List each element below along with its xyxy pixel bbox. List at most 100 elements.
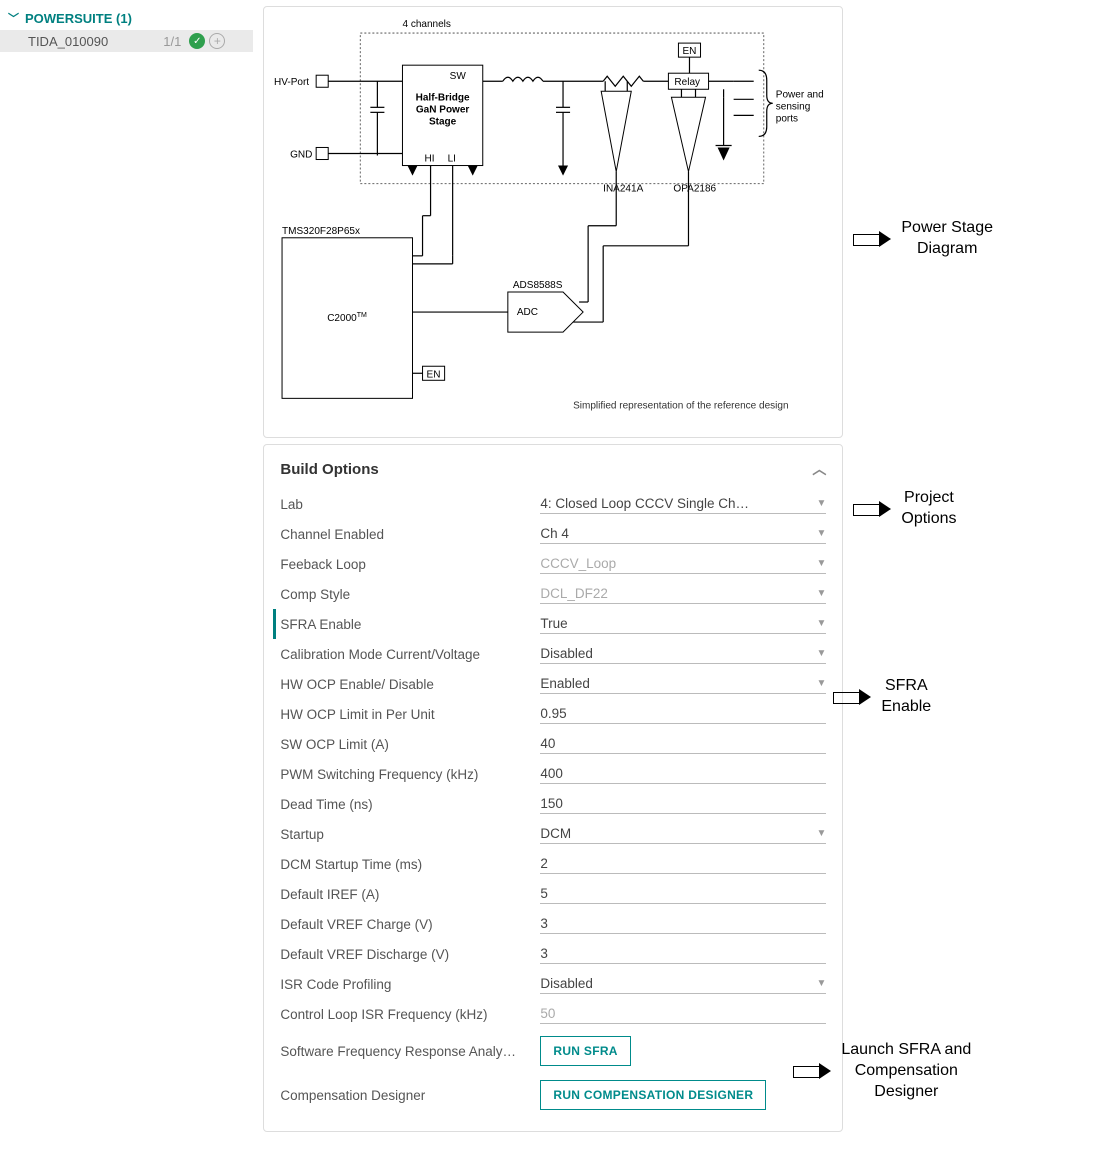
label-hwocp: HW OCP Enable/ Disable — [280, 677, 540, 692]
row-cal: Calibration Mode Current/Voltage Disable… — [280, 639, 826, 669]
row-pwm: PWM Switching Frequency (kHz) 400 — [280, 759, 826, 789]
label-sfra: SFRA Enable — [280, 617, 540, 632]
input-ctrl: 50 — [540, 1004, 826, 1024]
row-feedback: Feeback Loop CCCV_Loop▼ — [280, 549, 826, 579]
chevron-up-icon[interactable]: ︿ — [812, 459, 826, 479]
chevron-down-icon: ▼ — [816, 978, 826, 989]
svg-text:4 channels: 4 channels — [403, 19, 451, 30]
row-channel: Channel Enabled Ch 4▼ — [280, 519, 826, 549]
arrow-right-icon — [833, 690, 871, 704]
select-startup[interactable]: DCM▼ — [540, 824, 826, 844]
chevron-down-icon: ▼ — [816, 558, 826, 569]
label-sfra-run: Software Frequency Response Analy… — [280, 1044, 540, 1059]
annotation-diagram: Power StageDiagram — [853, 218, 993, 260]
svg-text:INA241A: INA241A — [604, 184, 644, 195]
sidebar-item-tida[interactable]: TIDA_010090 1/1 ✓ + — [0, 30, 253, 52]
row-sfra-run: Software Frequency Response Analy… RUN S… — [280, 1029, 826, 1073]
label-compdes: Compensation Designer — [280, 1088, 540, 1103]
svg-text:EN: EN — [427, 369, 441, 380]
svg-text:GND: GND — [290, 150, 312, 161]
svg-text:HI: HI — [425, 154, 435, 165]
plus-icon[interactable]: + — [209, 33, 225, 49]
input-hwocp-limit[interactable]: 0.95 — [540, 704, 826, 724]
input-vrefd[interactable]: 3 — [540, 944, 826, 964]
arrow-right-icon — [853, 232, 891, 246]
main-content: .bx{fill:#fff;stroke:#000;stroke-width:1… — [253, 0, 853, 1138]
row-hwocp: HW OCP Enable/ Disable Enabled▼ — [280, 669, 826, 699]
chevron-down-icon: ▼ — [816, 828, 826, 839]
row-sfra-enable: SFRA Enable True▼ — [273, 609, 826, 639]
svg-text:SW: SW — [450, 71, 467, 82]
power-stage-diagram-card: .bx{fill:#fff;stroke:#000;stroke-width:1… — [263, 6, 843, 438]
select-sfra[interactable]: True▼ — [540, 614, 826, 634]
row-hwocp-limit: HW OCP Limit in Per Unit 0.95 — [280, 699, 826, 729]
powersuite-header[interactable]: ﹀ POWERSUITE (1) — [0, 6, 253, 30]
label-dcm: DCM Startup Time (ms) — [280, 857, 540, 872]
select-feedback: CCCV_Loop▼ — [540, 554, 826, 574]
annotation-project: ProjectOptions — [853, 488, 956, 530]
label-hwocp-limit: HW OCP Limit in Per Unit — [280, 707, 540, 722]
row-ctrl: Control Loop ISR Frequency (kHz) 50 — [280, 999, 826, 1029]
svg-text:Simplified representation of t: Simplified representation of the referen… — [573, 400, 788, 411]
label-lab: Lab — [280, 497, 540, 512]
row-iref: Default IREF (A) 5 — [280, 879, 826, 909]
select-comp: DCL_DF22▼ — [540, 584, 826, 604]
label-comp: Comp Style — [280, 587, 540, 602]
row-compdes: Compensation Designer RUN COMPENSATION D… — [280, 1073, 826, 1117]
select-cal[interactable]: Disabled▼ — [540, 644, 826, 664]
input-vrefc[interactable]: 3 — [540, 914, 826, 934]
label-vrefc: Default VREF Charge (V) — [280, 917, 540, 932]
chevron-down-icon: ﹀ — [8, 10, 19, 26]
label-dead: Dead Time (ns) — [280, 797, 540, 812]
annotation-launch: Launch SFRA andCompensationDesigner — [793, 1040, 971, 1102]
row-isr: ISR Code Profiling Disabled▼ — [280, 969, 826, 999]
chevron-down-icon: ▼ — [816, 588, 826, 599]
row-comp: Comp Style DCL_DF22▼ — [280, 579, 826, 609]
svg-text:TMS320F28P65x: TMS320F28P65x — [282, 226, 360, 237]
svg-text:OPA2186: OPA2186 — [674, 184, 717, 195]
chevron-down-icon: ▼ — [816, 648, 826, 659]
run-sfra-button[interactable]: RUN SFRA — [540, 1036, 630, 1066]
label-isr: ISR Code Profiling — [280, 977, 540, 992]
row-vrefc: Default VREF Charge (V) 3 — [280, 909, 826, 939]
input-pwm[interactable]: 400 — [540, 764, 826, 784]
check-icon: ✓ — [189, 33, 205, 49]
label-swocp: SW OCP Limit (A) — [280, 737, 540, 752]
chevron-down-icon: ▼ — [816, 678, 826, 689]
run-compensation-designer-button[interactable]: RUN COMPENSATION DESIGNER — [540, 1080, 766, 1110]
sidebar: ﹀ POWERSUITE (1) TIDA_010090 1/1 ✓ + — [0, 0, 253, 1138]
select-isr[interactable]: Disabled▼ — [540, 974, 826, 994]
input-dcm[interactable]: 2 — [540, 854, 826, 874]
row-startup: Startup DCM▼ — [280, 819, 826, 849]
svg-text:ADC: ADC — [517, 307, 538, 318]
power-stage-diagram: .bx{fill:#fff;stroke:#000;stroke-width:1… — [272, 15, 834, 426]
annotations: Power StageDiagram ProjectOptions SFRAEn… — [853, 0, 1097, 1138]
svg-text:Relay: Relay — [675, 77, 701, 88]
label-cal: Calibration Mode Current/Voltage — [280, 647, 540, 662]
input-dead[interactable]: 150 — [540, 794, 826, 814]
row-dcm: DCM Startup Time (ms) 2 — [280, 849, 826, 879]
input-iref[interactable]: 5 — [540, 884, 826, 904]
powersuite-title: POWERSUITE (1) — [25, 11, 132, 26]
chevron-down-icon: ▼ — [816, 618, 826, 629]
build-options-card: Build Options ︿ Lab 4: Closed Loop CCCV … — [263, 444, 843, 1132]
build-options-header[interactable]: Build Options ︿ — [280, 455, 826, 489]
build-options-title: Build Options — [280, 461, 378, 478]
label-vrefd: Default VREF Discharge (V) — [280, 947, 540, 962]
select-channel[interactable]: Ch 4▼ — [540, 524, 826, 544]
chevron-down-icon: ▼ — [816, 498, 826, 509]
row-lab: Lab 4: Closed Loop CCCV Single Ch…▼ — [280, 489, 826, 519]
svg-text:Power andsensingports: Power andsensingports — [776, 89, 824, 124]
annotation-sfra: SFRAEnable — [833, 676, 931, 718]
select-lab[interactable]: 4: Closed Loop CCCV Single Ch…▼ — [540, 494, 826, 514]
label-ctrl: Control Loop ISR Frequency (kHz) — [280, 1007, 540, 1022]
row-dead: Dead Time (ns) 150 — [280, 789, 826, 819]
input-swocp[interactable]: 40 — [540, 734, 826, 754]
chevron-down-icon: ▼ — [816, 528, 826, 539]
label-startup: Startup — [280, 827, 540, 842]
svg-text:LI: LI — [448, 154, 456, 165]
select-hwocp[interactable]: Enabled▼ — [540, 674, 826, 694]
label-feedback: Feeback Loop — [280, 557, 540, 572]
label-pwm: PWM Switching Frequency (kHz) — [280, 767, 540, 782]
arrow-right-icon — [793, 1064, 831, 1078]
